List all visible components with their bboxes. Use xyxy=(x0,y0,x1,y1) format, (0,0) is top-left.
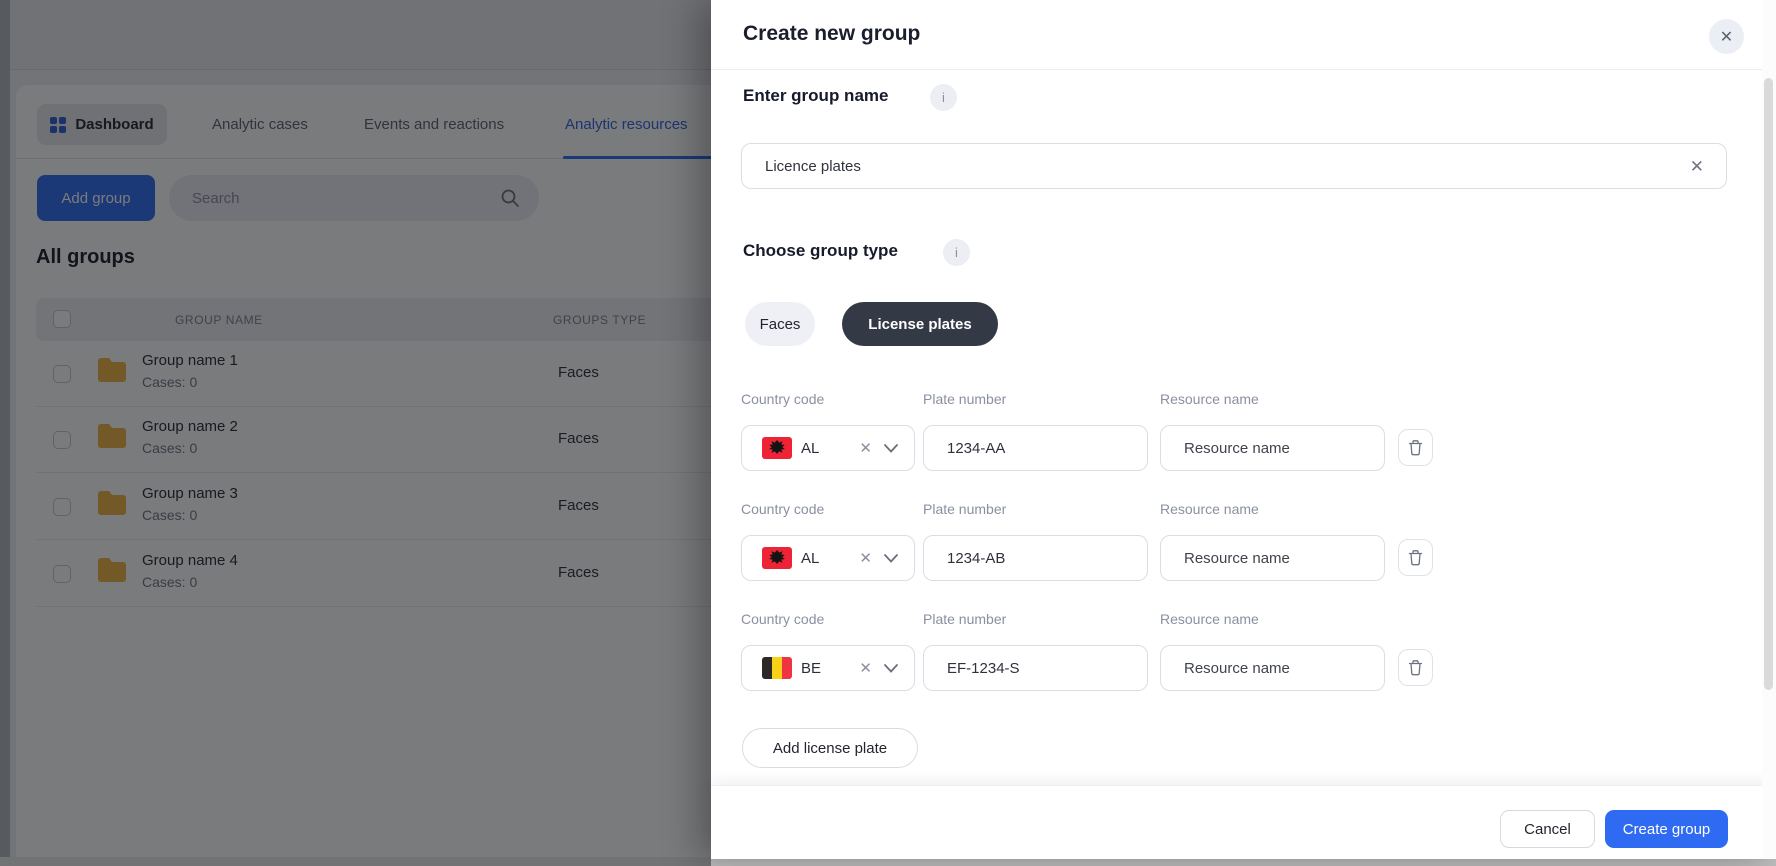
clear-icon: ✕ xyxy=(859,550,872,567)
country-code-value: AL xyxy=(801,440,819,457)
country-code-select[interactable]: AL ✕ xyxy=(741,535,915,581)
create-group-modal: Create new group ✕ Enter group name i ✕ … xyxy=(711,0,1776,859)
group-name-section-heading: Enter group name xyxy=(743,86,888,106)
delete-plate-row-button[interactable] xyxy=(1398,539,1433,576)
resource-name-label: Resource name xyxy=(1160,501,1259,517)
plate-number-input[interactable] xyxy=(923,645,1148,691)
country-code-select[interactable]: AL ✕ xyxy=(741,425,915,471)
resource-name-input[interactable] xyxy=(1160,535,1385,581)
clear-country-button[interactable]: ✕ xyxy=(855,441,876,456)
group-type-section-heading: Choose group type xyxy=(743,241,898,261)
resource-name-input[interactable] xyxy=(1160,645,1385,691)
clear-icon: ✕ xyxy=(1690,157,1704,176)
add-license-plate-button[interactable]: Add license plate xyxy=(742,728,918,768)
clear-icon: ✕ xyxy=(859,440,872,457)
country-code-label: Country code xyxy=(741,391,824,407)
plate-number-input[interactable] xyxy=(923,425,1148,471)
info-icon[interactable]: i xyxy=(930,84,957,111)
resource-name-label: Resource name xyxy=(1160,611,1259,627)
chevron-down-icon[interactable] xyxy=(884,664,898,673)
plate-number-label: Plate number xyxy=(923,501,1006,517)
delete-plate-row-button[interactable] xyxy=(1398,649,1433,686)
group-name-input[interactable] xyxy=(742,158,1690,175)
clear-country-button[interactable]: ✕ xyxy=(855,661,876,676)
plate-number-label: Plate number xyxy=(923,391,1006,407)
modal-footer: Cancel Create group xyxy=(711,785,1776,859)
cancel-button[interactable]: Cancel xyxy=(1500,810,1595,848)
resource-name-label: Resource name xyxy=(1160,391,1259,407)
clear-icon: ✕ xyxy=(859,660,872,677)
group-type-option-faces[interactable]: Faces xyxy=(745,302,815,346)
chevron-down-icon[interactable] xyxy=(884,554,898,563)
modal-scrollbar[interactable] xyxy=(1762,0,1776,859)
trash-icon xyxy=(1408,549,1423,566)
delete-plate-row-button[interactable] xyxy=(1398,429,1433,466)
close-icon: ✕ xyxy=(1720,27,1733,47)
plate-number-label: Plate number xyxy=(923,611,1006,627)
modal-scrollbar-thumb[interactable] xyxy=(1764,78,1773,690)
country-code-select[interactable]: BE ✕ xyxy=(741,645,915,691)
clear-country-button[interactable]: ✕ xyxy=(855,551,876,566)
group-type-option-license-plates[interactable]: License plates xyxy=(842,302,998,346)
group-name-field: ✕ xyxy=(741,143,1727,189)
horizontal-scrollbar-thumb[interactable] xyxy=(711,859,1776,866)
plate-number-input[interactable] xyxy=(923,535,1148,581)
info-icon[interactable]: i xyxy=(943,239,970,266)
albania-flag-icon xyxy=(762,547,792,569)
create-group-button[interactable]: Create group xyxy=(1605,810,1728,848)
chevron-down-icon[interactable] xyxy=(884,444,898,453)
country-code-value: AL xyxy=(801,550,819,567)
trash-icon xyxy=(1408,439,1423,456)
close-button[interactable]: ✕ xyxy=(1709,19,1744,54)
country-code-label: Country code xyxy=(741,501,824,517)
trash-icon xyxy=(1408,659,1423,676)
country-code-label: Country code xyxy=(741,611,824,627)
albania-flag-icon xyxy=(762,437,792,459)
modal-title: Create new group xyxy=(743,22,920,46)
resource-name-input[interactable] xyxy=(1160,425,1385,471)
clear-group-name-button[interactable]: ✕ xyxy=(1690,158,1704,175)
modal-header: Create new group ✕ xyxy=(711,0,1776,70)
app-window: Cameras Dashboard Analytic cases Events … xyxy=(0,0,1776,866)
country-code-value: BE xyxy=(801,660,821,677)
belgium-flag-icon xyxy=(762,657,792,679)
